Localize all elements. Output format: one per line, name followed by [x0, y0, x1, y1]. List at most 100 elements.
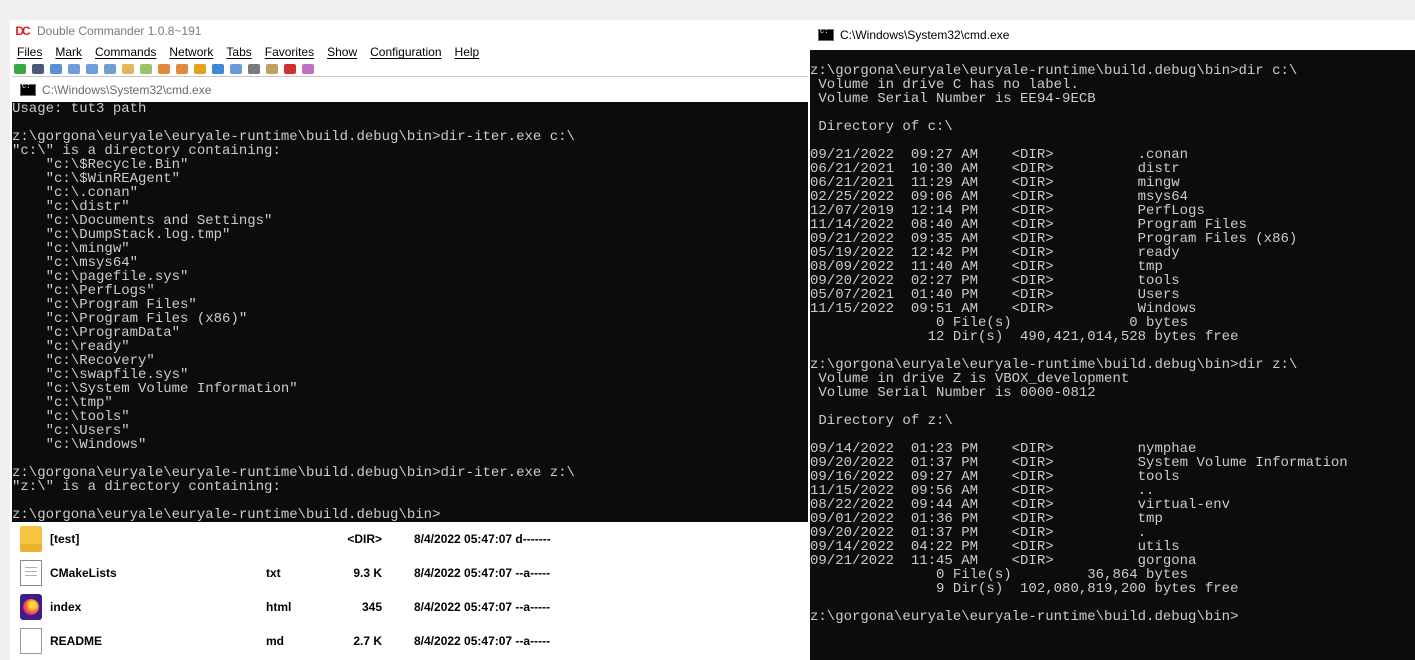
- multi-rename-icon[interactable]: [248, 64, 260, 74]
- console-line: "c:\Program Files (x86)": [12, 311, 248, 327]
- console-line: "z:\" is a directory containing:: [12, 479, 281, 495]
- console-line: 08/22/2022 09:44 AM <DIR> virtual-env: [810, 497, 1231, 513]
- menu-favorites[interactable]: Favorites: [258, 45, 320, 59]
- settings-icon[interactable]: [50, 64, 62, 74]
- console-line: "c:\.conan": [12, 185, 139, 201]
- console-line: 11/14/2022 08:40 AM <DIR> Program Files: [810, 217, 1247, 233]
- console-line: 06/21/2021 10:30 AM <DIR> distr: [810, 161, 1180, 177]
- dc-title-bar[interactable]: DC Double Commander 1.0.8~191: [10, 20, 810, 42]
- console-line: 11/15/2022 09:51 AM <DIR> Windows: [810, 301, 1197, 317]
- console-line: 09/14/2022 01:23 PM <DIR> nymphae: [810, 441, 1197, 457]
- menu-commands[interactable]: Commands: [88, 45, 162, 59]
- dc-menu-bar: Files Mark Commands Network Tabs Favorit…: [10, 42, 485, 62]
- console-line: "c:\pagefile.sys": [12, 269, 189, 285]
- console-line: "c:\" is a directory containing:: [12, 143, 281, 159]
- cmd-left-title: C:\Windows\System32\cmd.exe: [42, 83, 212, 97]
- console-line: 09/16/2022 09:27 AM <DIR> tools: [810, 469, 1180, 485]
- file-size: 345: [361, 600, 382, 614]
- console-line: 02/25/2022 09:06 AM <DIR> msys64: [810, 189, 1189, 205]
- menu-configuration[interactable]: Configuration: [363, 45, 447, 59]
- console-line: "c:\ProgramData": [12, 325, 181, 341]
- console-line: 0 File(s) 36,864 bytes: [810, 567, 1189, 583]
- console-line: Volume in drive Z is VBOX_development: [810, 371, 1130, 387]
- copy-icon[interactable]: [158, 64, 170, 74]
- console-line: "c:\swapfile.sys": [12, 367, 189, 383]
- file-row[interactable]: index html 345 8/4/2022 05:47:07 --a----…: [10, 590, 810, 624]
- console-line: "c:\ready": [12, 339, 130, 355]
- file-name: [test]: [50, 532, 80, 546]
- console-line: 09/01/2022 01:36 PM <DIR> tmp: [810, 511, 1163, 527]
- console-line: z:\gorgona\euryale\euryale-runtime\build…: [12, 129, 575, 145]
- menu-files[interactable]: Files: [10, 45, 48, 59]
- file-ext: txt: [266, 566, 281, 580]
- console-line: 05/07/2021 01:40 PM <DIR> Users: [810, 287, 1180, 303]
- console-line: "c:\tmp": [12, 395, 113, 411]
- firefox-html-icon: [20, 594, 42, 620]
- console-line: "c:\Recovery": [12, 353, 155, 369]
- compare-icon[interactable]: [302, 64, 314, 74]
- console-line: 11/15/2022 09:56 AM <DIR> ..: [810, 483, 1155, 499]
- refresh-icon[interactable]: [14, 64, 26, 74]
- menu-help[interactable]: Help: [448, 45, 486, 59]
- pack-icon[interactable]: [194, 64, 206, 74]
- file-row[interactable]: CMakeLists txt 9.3 K 8/4/2022 05:47:07 -…: [10, 556, 810, 590]
- menu-mark[interactable]: Mark: [48, 45, 88, 59]
- menu-show[interactable]: Show: [320, 45, 363, 59]
- console-line: 9 Dir(s) 102,080,819,200 bytes free: [810, 581, 1239, 597]
- thumbnail-view-icon[interactable]: [104, 64, 116, 74]
- dc-window-title: Double Commander 1.0.8~191: [37, 24, 202, 38]
- brief-view-icon[interactable]: [68, 64, 80, 74]
- cmd-left-title-bar[interactable]: C:\Windows\System32\cmd.exe: [12, 76, 808, 103]
- edit-icon[interactable]: [266, 64, 278, 74]
- console-line: z:\gorgona\euryale\euryale-runtime\build…: [810, 357, 1298, 373]
- menu-tabs[interactable]: Tabs: [219, 45, 257, 59]
- console-icon: [20, 83, 36, 96]
- menu-network[interactable]: Network: [162, 45, 219, 59]
- console-line: 09/21/2022 09:27 AM <DIR> .conan: [810, 147, 1189, 163]
- console-line: 12 Dir(s) 490,421,014,528 bytes free: [810, 329, 1239, 345]
- blank-file-icon: [20, 628, 42, 654]
- move-icon[interactable]: [176, 64, 188, 74]
- double-commander-logo-icon: DC: [15, 24, 30, 38]
- flat-view-icon[interactable]: [122, 64, 134, 74]
- cmd-left-console[interactable]: Usage: tut3 path z:\gorgona\euryale\eurya…: [12, 102, 808, 522]
- console-icon: [818, 28, 834, 41]
- console-line: "c:\Program Files": [12, 297, 197, 313]
- cmd-right-title-bar[interactable]: C:\Windows\System32\cmd.exe: [810, 20, 1415, 50]
- cmd-right-console[interactable]: z:\gorgona\euryale\euryale-runtime\build…: [810, 50, 1415, 660]
- console-line: 05/19/2022 12:42 PM <DIR> ready: [810, 245, 1180, 261]
- terminal-icon[interactable]: [32, 64, 44, 74]
- file-name: index: [50, 600, 82, 614]
- file-name: CMakeLists: [50, 566, 117, 580]
- file-row[interactable]: README md 2.7 K 8/4/2022 05:47:07 --a---…: [10, 624, 810, 658]
- console-line: "c:\Windows": [12, 437, 147, 453]
- file-date-attr: 8/4/2022 05:47:07 --a-----: [414, 634, 551, 648]
- console-line: Volume Serial Number is EE94-9ECB: [810, 91, 1096, 107]
- file-row[interactable]: [test] <DIR> 8/4/2022 05:47:07 d-------: [10, 522, 810, 556]
- console-line: "c:\System Volume Information": [12, 381, 298, 397]
- rename-icon[interactable]: [230, 64, 242, 74]
- full-view-icon[interactable]: [86, 64, 98, 74]
- console-line: Usage: tut3 path: [12, 102, 147, 117]
- sync-icon[interactable]: [140, 64, 152, 74]
- console-line: z:\gorgona\euryale\euryale-runtime\build…: [810, 609, 1239, 625]
- console-line: 08/09/2022 11:40 AM <DIR> tmp: [810, 259, 1163, 275]
- folder-icon: [20, 526, 42, 552]
- console-line: "c:\msys64": [12, 255, 139, 271]
- console-line: Directory of z:\: [810, 413, 953, 429]
- console-line: "c:\distr": [12, 199, 130, 215]
- search-icon[interactable]: [212, 64, 224, 74]
- delete-icon[interactable]: [284, 64, 296, 74]
- console-line: z:\gorgona\euryale\euryale-runtime\build…: [12, 507, 441, 522]
- console-line: 09/20/2022 01:37 PM <DIR> System Volume …: [810, 455, 1348, 471]
- file-size: 2.7 K: [353, 634, 382, 648]
- console-line: "c:\DumpStack.log.tmp": [12, 227, 231, 243]
